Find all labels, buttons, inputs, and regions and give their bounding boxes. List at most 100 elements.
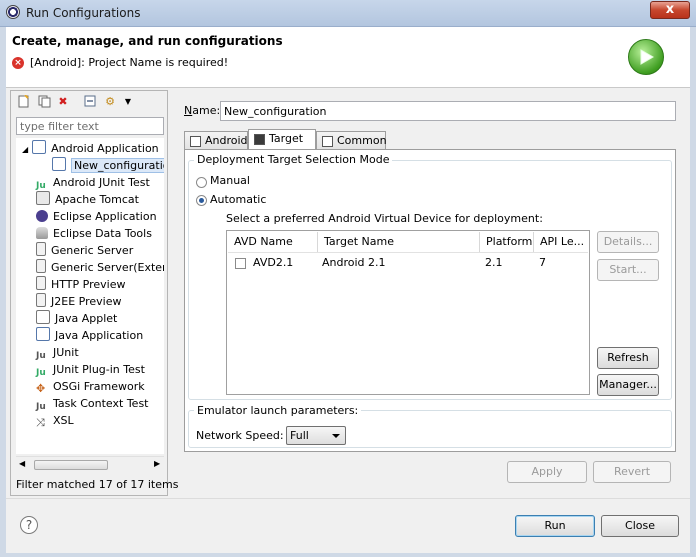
server-icon [36, 259, 46, 273]
task-icon: Ju [36, 402, 46, 412]
avd-name-cell[interactable]: AVD2.1 [253, 256, 293, 270]
tree-item-osgi-framework[interactable]: ✥ OSGi Framework [36, 378, 145, 395]
filter-status: Filter matched 17 of 17 items [16, 478, 179, 491]
start-button[interactable]: Start... [597, 259, 659, 281]
close-button[interactable]: Close [601, 515, 679, 537]
junit-icon: Ju [36, 351, 46, 361]
xsl-icon: ⤨ [36, 416, 45, 429]
tree-item-label: Java Application [55, 329, 144, 342]
name-label: Name: [184, 104, 220, 117]
tree-item-generic-server-external[interactable]: Generic Server(Externa [36, 259, 164, 276]
column-target-name[interactable]: Target Name [318, 232, 480, 252]
name-label-accel: N [184, 104, 193, 117]
scrollbar-thumb[interactable] [34, 460, 108, 470]
tree-item-junit[interactable]: Ju JUnit [36, 344, 79, 361]
run-button[interactable]: Run [515, 515, 595, 537]
tree-item-junit-plugin-test[interactable]: Ju JUnit Plug-in Test [36, 361, 145, 378]
tree-item-label: JUnit Plug-in Test [53, 363, 145, 376]
tree-item-label: Eclipse Data Tools [53, 227, 152, 240]
tree-item-xsl[interactable]: ⤨ XSL [36, 412, 74, 429]
column-platform[interactable]: Platform [480, 232, 534, 252]
tree-item-j2ee-preview[interactable]: J2EE Preview [36, 293, 121, 310]
config-icon [52, 157, 66, 171]
help-icon[interactable]: ? [20, 516, 38, 534]
scroll-left-icon[interactable]: ◀ [19, 459, 25, 468]
tab-common[interactable]: Common [316, 131, 387, 150]
junit-plugin-icon: Ju [36, 368, 46, 378]
filter-icon[interactable]: ⚙ [103, 95, 117, 109]
collapse-all-icon[interactable] [83, 95, 97, 109]
manual-radio[interactable] [196, 177, 207, 188]
details-button[interactable]: Details... [597, 231, 659, 253]
eclipse-icon [6, 5, 20, 19]
revert-button[interactable]: Revert [593, 461, 671, 483]
api-level-cell: 7 [539, 256, 546, 269]
tree-item-android-junit-test[interactable]: Ju Android JUnit Test [36, 174, 150, 191]
tree-item-label: Task Context Test [53, 397, 149, 410]
tree-item-generic-server[interactable]: Generic Server [36, 242, 133, 259]
platform-cell: 2.1 [485, 256, 503, 269]
dialog-heading: Create, manage, and run configurations [12, 34, 283, 48]
tab-label: Android [205, 134, 248, 147]
run-icon [628, 39, 664, 75]
tree-item-label: Android Application [51, 142, 159, 155]
target-tab-icon [254, 134, 265, 145]
tree-item-java-application[interactable]: Java Application [36, 327, 143, 344]
tree-item-label: Eclipse Application [53, 210, 157, 223]
deployment-mode-title: Deployment Target Selection Mode [194, 153, 393, 166]
tree-item-label: J2EE Preview [51, 295, 122, 308]
android-app-icon [32, 140, 47, 154]
refresh-button[interactable]: Refresh [597, 347, 659, 369]
common-tab-icon [322, 136, 333, 147]
network-speed-select[interactable]: Full [286, 426, 346, 445]
chevron-down-icon [332, 434, 340, 438]
delete-icon[interactable]: ✖ [56, 95, 70, 109]
automatic-label: Automatic [210, 193, 267, 206]
tree-item-apache-tomcat[interactable]: Apache Tomcat [36, 191, 139, 208]
tree-item-android-application[interactable]: ◢ Android Application [22, 140, 159, 157]
apply-button[interactable]: Apply [507, 461, 587, 483]
eclipse-icon [36, 210, 48, 222]
tree-item-label: JUnit [53, 346, 79, 359]
filter-input[interactable] [16, 117, 164, 135]
tab-android[interactable]: Android [184, 131, 248, 150]
tree-item-label: HTTP Preview [51, 278, 126, 291]
tab-target[interactable]: Target [248, 129, 316, 150]
tree-item-eclipse-data-tools[interactable]: Eclipse Data Tools [36, 225, 152, 242]
new-launch-configuration-icon[interactable] [17, 94, 31, 109]
tree-item-http-preview[interactable]: HTTP Preview [36, 276, 125, 293]
tab-label: Target [269, 132, 304, 145]
scroll-right-icon[interactable]: ▶ [154, 459, 160, 468]
tree-item-label: Generic Server(Externa [51, 261, 164, 274]
java-app-icon [36, 327, 50, 341]
manager-button[interactable]: Manager... [597, 374, 659, 396]
configuration-tree: ◢ Android Application New_configuration J… [16, 138, 164, 454]
duplicate-icon[interactable] [37, 95, 51, 109]
tree-item-label: Apache Tomcat [55, 193, 139, 206]
avd-prompt: Select a preferred Android Virtual Devic… [226, 212, 543, 225]
error-message: [Android]: Project Name is required! [30, 56, 229, 69]
tree-horizontal-scrollbar[interactable]: ◀ ▶ [16, 456, 164, 473]
junit-icon: Ju [36, 181, 46, 191]
column-avd-name[interactable]: AVD Name [228, 232, 318, 252]
configuration-name-input[interactable] [220, 101, 676, 121]
tree-item-label: New_configuration [71, 158, 164, 173]
preview-icon [36, 276, 46, 290]
expand-arrow-icon[interactable]: ◢ [22, 145, 28, 154]
header-divider [228, 252, 588, 253]
automatic-radio[interactable] [196, 195, 207, 206]
column-api-level[interactable]: API Le... [534, 232, 588, 252]
tree-item-label: Generic Server [51, 244, 134, 257]
view-menu-icon[interactable]: ▼ [121, 95, 135, 109]
tree-item-label: Android JUnit Test [53, 176, 150, 189]
avd-row-checkbox[interactable] [235, 258, 246, 269]
tree-item-eclipse-application[interactable]: Eclipse Application [36, 208, 157, 225]
tree-item-label: Java Applet [55, 312, 118, 325]
tree-item-new-configuration[interactable]: New_configuration [52, 157, 164, 174]
tree-item-task-context-test[interactable]: Ju Task Context Test [36, 395, 149, 412]
network-speed-value: Full [290, 429, 309, 442]
tab-label: Common [337, 134, 387, 147]
close-window-button[interactable]: x [650, 1, 690, 19]
preview-icon [36, 293, 46, 307]
tree-item-java-applet[interactable]: Java Applet [36, 310, 117, 327]
